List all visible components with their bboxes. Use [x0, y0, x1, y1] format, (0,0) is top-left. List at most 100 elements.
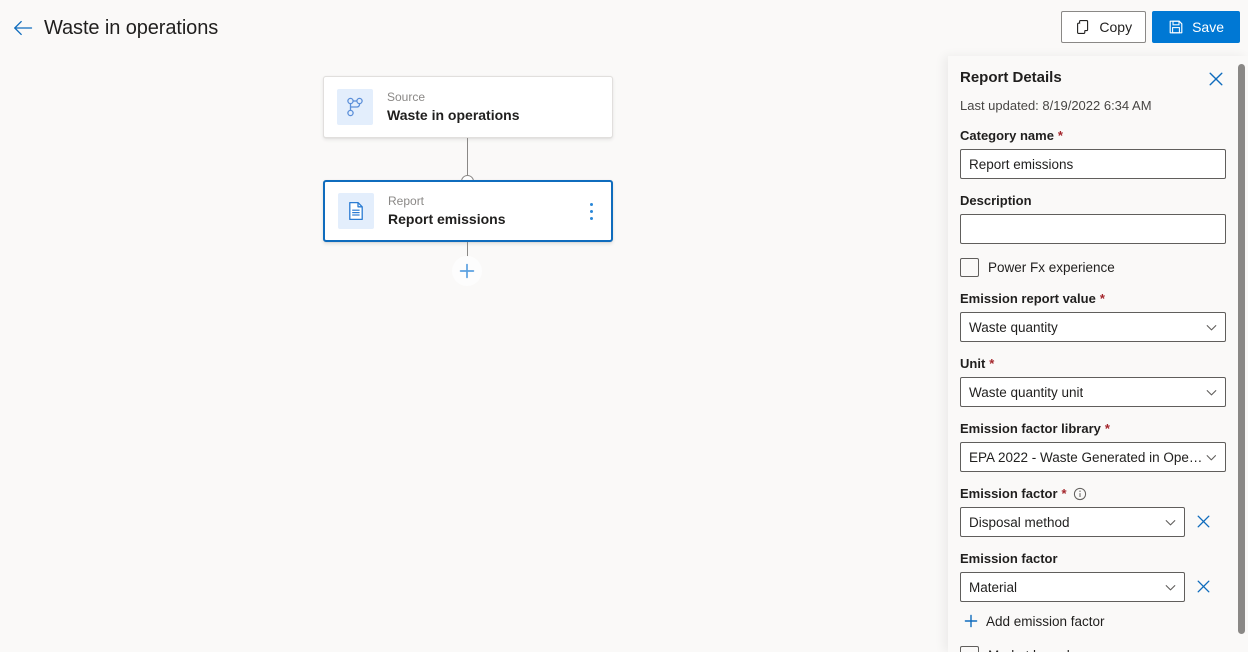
arrow-left-icon	[14, 20, 33, 36]
emission-factor-library-selected: EPA 2022 - Waste Generated in Opera...	[969, 449, 1206, 465]
field-label-text: Unit	[960, 356, 986, 371]
field-label-emission-report-value: Emission report value *	[960, 290, 1226, 307]
field-emission-factor-2: Emission factor Material	[960, 550, 1226, 602]
flow-node-report-name: Report emissions	[388, 211, 506, 227]
menu-dot	[589, 216, 593, 220]
power-fx-label: Power Fx experience	[988, 260, 1115, 275]
field-label-text: Emission report value	[960, 291, 1096, 306]
market-based-label: Market based	[988, 648, 1070, 652]
copy-button[interactable]: Copy	[1061, 11, 1147, 43]
flow-canvas[interactable]: Source Waste in operations Report Report…	[0, 56, 948, 652]
flow-node-source-name: Waste in operations	[387, 107, 520, 123]
field-category-name: Category name * Report emissions	[960, 127, 1226, 179]
flow-node-source-text: Source Waste in operations	[387, 90, 520, 124]
flow-node-report-kind: Report	[388, 194, 425, 208]
required-marker: *	[1099, 291, 1105, 306]
remove-emission-factor-1-button[interactable]	[1194, 513, 1212, 531]
page-title: Waste in operations	[44, 16, 219, 39]
emission-factor-2-selected: Material	[969, 579, 1018, 595]
emission-factor-2-row: Material	[960, 567, 1226, 602]
panel-scrollbar-thumb[interactable]	[1238, 64, 1245, 634]
market-based-checkbox[interactable]	[960, 646, 979, 652]
add-emission-factor-label: Add emission factor	[986, 613, 1105, 629]
field-label-emission-factor-library: Emission factor library *	[960, 420, 1226, 437]
header-actions: Copy Save	[1061, 11, 1240, 43]
required-marker: *	[989, 356, 995, 371]
emission-factor-1-row: Disposal method	[960, 502, 1226, 537]
field-emission-report-value: Emission report value * Waste quantity	[960, 290, 1226, 342]
copy-icon	[1077, 20, 1089, 34]
chevron-down-icon	[1206, 324, 1217, 330]
close-icon	[1197, 515, 1209, 528]
unit-selected: Waste quantity unit	[969, 384, 1084, 400]
emission-factor-1-selected: Disposal method	[969, 514, 1070, 530]
description-input[interactable]	[960, 214, 1226, 244]
flow-node-report[interactable]: Report Report emissions	[323, 180, 613, 242]
emission-factor-1-dropdown[interactable]: Disposal method	[960, 507, 1185, 537]
category-name-value: Report emissions	[969, 156, 1074, 172]
close-panel-button[interactable]	[1206, 69, 1226, 89]
flow-node-source-kind: Source	[387, 90, 426, 104]
emission-report-value-dropdown[interactable]: Waste quantity	[960, 312, 1226, 342]
menu-dot	[589, 202, 593, 206]
flow-node-source[interactable]: Source Waste in operations	[323, 76, 613, 138]
plus-icon	[459, 263, 475, 279]
app-header: Waste in operations Copy Save	[0, 0, 1248, 56]
save-button-label: Save	[1192, 19, 1224, 35]
branch-icon-wrap	[337, 89, 373, 125]
power-fx-checkbox[interactable]	[960, 258, 979, 277]
unit-dropdown[interactable]: Waste quantity unit	[960, 377, 1226, 407]
save-button[interactable]: Save	[1152, 11, 1240, 43]
report-details-panel: Report Details Last updated: 8/19/2022 6…	[948, 56, 1248, 652]
close-icon	[1209, 72, 1223, 86]
chevron-down-icon	[1206, 389, 1217, 395]
field-emission-factor-library: Emission factor library * EPA 2022 - Was…	[960, 420, 1226, 472]
field-label-text: Emission factor	[960, 551, 1058, 566]
document-icon-wrap	[338, 193, 374, 229]
chevron-down-icon	[1206, 454, 1217, 460]
panel-header: Report Details	[960, 68, 1226, 89]
add-node-button[interactable]	[452, 256, 482, 286]
panel-title: Report Details	[960, 69, 1062, 86]
required-marker: *	[1057, 128, 1063, 143]
emission-report-value-selected: Waste quantity	[969, 319, 1058, 335]
document-icon	[349, 201, 363, 221]
report-details-content: Report Details Last updated: 8/19/2022 6…	[948, 56, 1238, 652]
field-emission-factor-1: Emission factor * Disposal method	[960, 485, 1226, 537]
field-label-text: Description	[960, 193, 1032, 208]
field-label-emission-factor-2: Emission factor	[960, 550, 1226, 567]
close-icon	[1197, 580, 1209, 593]
back-button[interactable]	[8, 13, 38, 43]
chevron-down-icon	[1165, 584, 1176, 590]
field-label-text: Category name	[960, 128, 1054, 143]
copy-button-label: Copy	[1099, 19, 1133, 35]
field-unit: Unit * Waste quantity unit	[960, 355, 1226, 407]
field-label-category-name: Category name *	[960, 127, 1226, 144]
add-emission-factor-button[interactable]: Add emission factor	[963, 613, 1226, 629]
last-updated-text: Last updated: 8/19/2022 6:34 AM	[960, 98, 1152, 113]
info-icon[interactable]	[1073, 487, 1087, 501]
required-marker: *	[1104, 421, 1110, 436]
field-label-description: Description	[960, 192, 1226, 209]
save-disk-icon	[1169, 20, 1183, 34]
market-based-checkbox-row[interactable]: Market based	[960, 646, 1226, 652]
remove-emission-factor-2-button[interactable]	[1194, 578, 1212, 596]
power-fx-checkbox-row[interactable]: Power Fx experience	[960, 258, 1226, 277]
emission-factor-library-dropdown[interactable]: EPA 2022 - Waste Generated in Opera...	[960, 442, 1226, 472]
branch-icon	[347, 97, 363, 117]
field-label-emission-factor-1: Emission factor *	[960, 485, 1226, 502]
app-root: Waste in operations Copy Save Source Was…	[0, 0, 1248, 652]
more-vertical-icon[interactable]	[581, 199, 601, 223]
field-label-text: Emission factor library	[960, 421, 1101, 436]
category-name-input[interactable]: Report emissions	[960, 149, 1226, 179]
chevron-down-icon	[1165, 519, 1176, 525]
flow-node-report-text: Report Report emissions	[388, 194, 505, 228]
menu-dot	[589, 209, 593, 213]
plus-icon	[964, 614, 978, 628]
field-label-unit: Unit *	[960, 355, 1226, 372]
required-marker: *	[1061, 486, 1067, 501]
emission-factor-2-dropdown[interactable]: Material	[960, 572, 1185, 602]
field-description: Description	[960, 192, 1226, 244]
field-label-text: Emission factor	[960, 486, 1058, 501]
panel-scrollbar-track[interactable]	[1234, 56, 1248, 652]
